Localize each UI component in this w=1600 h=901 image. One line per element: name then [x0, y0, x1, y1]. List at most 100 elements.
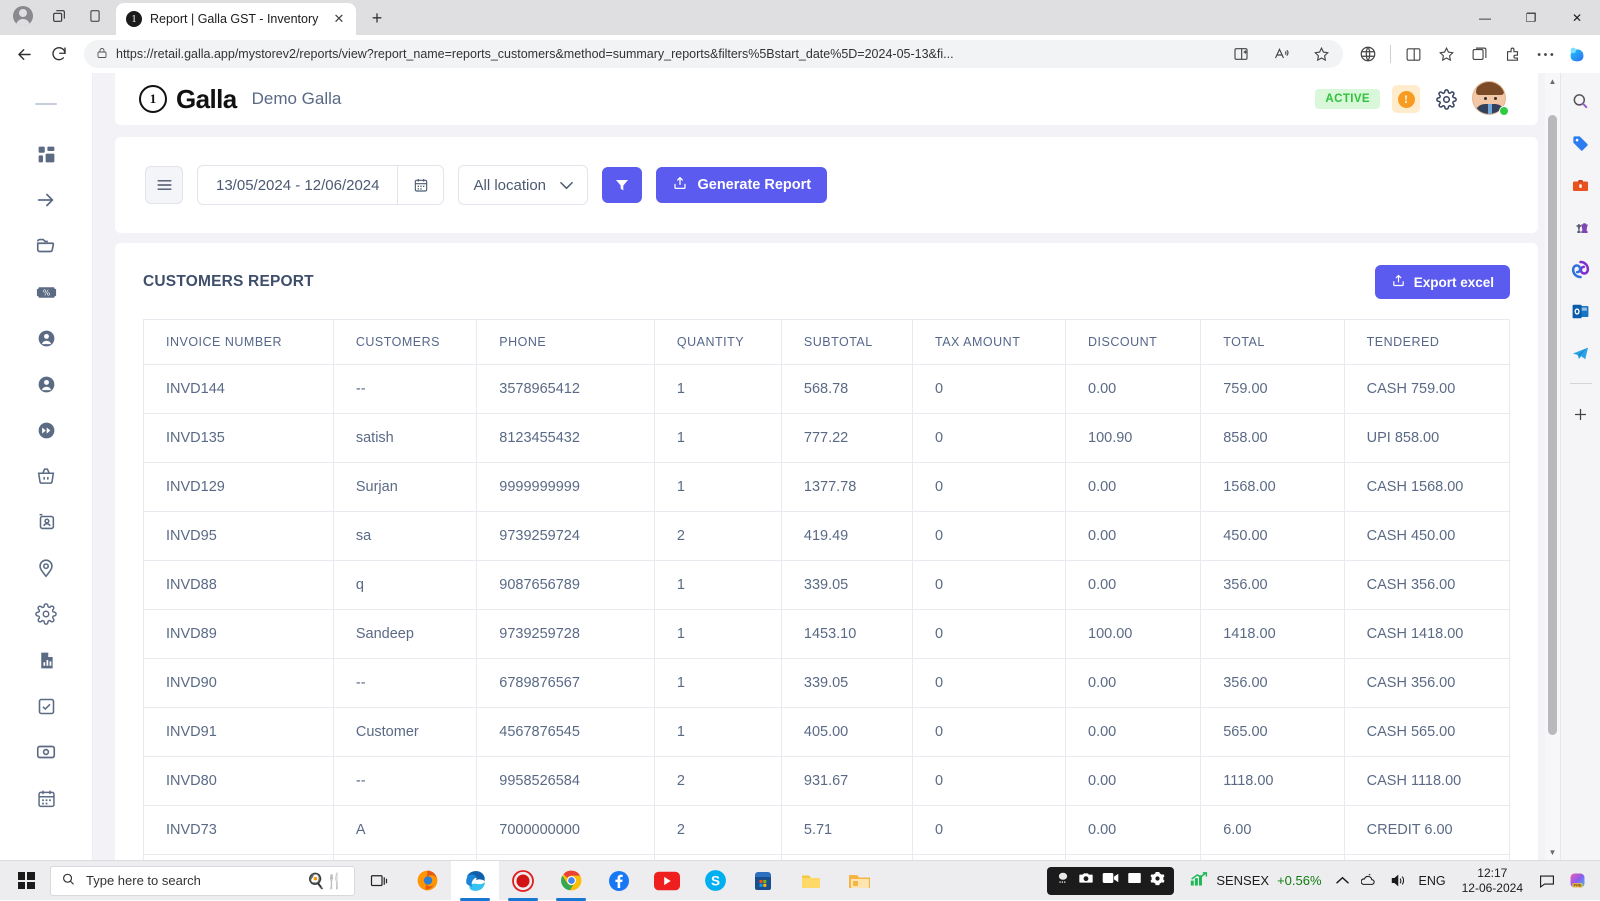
sidebar-item-user-alt[interactable]: [23, 361, 69, 407]
skype-icon[interactable]: S: [691, 861, 739, 901]
table-row[interactable]: INVD73A700000000025.7100.006.00CREDIT 6.…: [144, 806, 1510, 855]
calendar-icon[interactable]: [397, 166, 443, 204]
table-row[interactable]: INVD89Sandeep973925972811453.100100.0014…: [144, 610, 1510, 659]
settings-more-icon[interactable]: [1529, 39, 1561, 69]
edge-icon[interactable]: [451, 861, 499, 901]
games-icon[interactable]: [1567, 213, 1595, 241]
sidebar-item-location[interactable]: [23, 545, 69, 591]
browser-extensions-icon[interactable]: [1496, 39, 1528, 69]
taskbar-clock[interactable]: 12:17 12-06-2024: [1452, 866, 1533, 896]
sidebar-item-tax[interactable]: %: [23, 269, 69, 315]
column-header-subtotal[interactable]: SUBTOTAL: [781, 320, 912, 365]
table-row[interactable]: INVD95sa97392597242419.4900.00450.00CASH…: [144, 512, 1510, 561]
tools-icon[interactable]: [1567, 171, 1595, 199]
minimize-button[interactable]: —: [1462, 0, 1508, 35]
sidebar-item-reports[interactable]: [23, 637, 69, 683]
sidebar-item-basket[interactable]: [23, 453, 69, 499]
video-icon[interactable]: [1102, 871, 1119, 890]
folder-yellow-icon[interactable]: [787, 861, 835, 901]
column-header-tax-amount[interactable]: TAX AMOUNT: [913, 320, 1066, 365]
copilot-pre-icon[interactable]: PRE: [1561, 861, 1594, 901]
windows-start-icon[interactable]: [2, 861, 50, 901]
split-tab-icon[interactable]: [1397, 39, 1429, 69]
record-icon[interactable]: [499, 861, 547, 901]
chevron-up-icon[interactable]: [1330, 861, 1355, 901]
table-row[interactable]: INVD144--35789654121568.7800.00759.00CAS…: [144, 365, 1510, 414]
table-row[interactable]: INVD135satish81234554321777.220100.90858…: [144, 414, 1510, 463]
browser-tab[interactable]: 1 Report | Galla GST - Inventory So ✕: [116, 3, 356, 35]
settings-icon[interactable]: [1150, 871, 1165, 891]
column-header-customers[interactable]: CUSTOMERS: [333, 320, 476, 365]
table-row[interactable]: INVD129Surjan999999999911377.7800.001568…: [144, 463, 1510, 512]
microsoft-store-icon[interactable]: [739, 861, 787, 901]
read-aloud-icon[interactable]: [1265, 39, 1297, 69]
table-row[interactable]: INVD88q90876567891339.0500.00356.00CASH …: [144, 561, 1510, 610]
close-window-button[interactable]: ✕: [1554, 0, 1600, 35]
screen-record-icon[interactable]: [1056, 871, 1070, 890]
sidebar-item-arrow-right[interactable]: [23, 177, 69, 223]
notification-icon[interactable]: [1533, 861, 1561, 901]
language-indicator[interactable]: ENG: [1413, 861, 1452, 901]
favorite-star-icon[interactable]: [1305, 39, 1337, 69]
scroll-up-arrow-icon[interactable]: ▲: [1545, 73, 1560, 89]
tab-actions-button[interactable]: [42, 1, 76, 31]
sidebar-item-settings[interactable]: [23, 591, 69, 637]
shopping-tag-icon[interactable]: [1567, 129, 1595, 157]
date-range-input[interactable]: 13/05/2024 - 12/06/2024: [197, 165, 444, 205]
sidebar-item-contacts[interactable]: [23, 499, 69, 545]
table-row[interactable]: INVD80--99585265842931.6700.001118.00CAS…: [144, 757, 1510, 806]
capture-toolbar[interactable]: [1047, 867, 1174, 895]
sidebar-item-fast-forward[interactable]: [23, 407, 69, 453]
user-avatar-button[interactable]: [1472, 81, 1508, 117]
outlook-icon[interactable]: [1567, 297, 1595, 325]
back-icon[interactable]: [8, 39, 40, 69]
page-scrollbar[interactable]: ▲ ▼: [1545, 73, 1560, 860]
search-icon[interactable]: [1567, 87, 1595, 115]
add-icon[interactable]: [1567, 400, 1595, 428]
list-menu-button[interactable]: [145, 166, 183, 204]
collections-icon[interactable]: [1463, 39, 1495, 69]
column-header-phone[interactable]: PHONE: [477, 320, 655, 365]
scrollbar-thumb[interactable]: [1548, 115, 1557, 735]
brand[interactable]: 1 Galla Demo Galla: [139, 84, 341, 115]
facebook-icon[interactable]: [595, 861, 643, 901]
taskbar-search-input[interactable]: Type here to search 🍳🍴: [50, 866, 355, 896]
microsoft365-icon[interactable]: [1567, 255, 1595, 283]
column-header-invoice-number[interactable]: INVOICE NUMBER: [144, 320, 334, 365]
youtube-icon[interactable]: [643, 861, 691, 901]
new-tab-button[interactable]: +: [362, 3, 392, 33]
address-bar[interactable]: https://retail.galla.app/mystorev2/repor…: [84, 40, 1343, 68]
browser-essentials-icon[interactable]: [1352, 39, 1384, 69]
split-screen-icon[interactable]: [1225, 39, 1257, 69]
column-header-discount[interactable]: DISCOUNT: [1066, 320, 1201, 365]
chrome-icon[interactable]: [547, 861, 595, 901]
stock-ticker[interactable]: SENSEX +0.56%: [1182, 871, 1329, 890]
maximize-button[interactable]: ❐: [1508, 0, 1554, 35]
column-header-quantity[interactable]: QUANTITY: [654, 320, 781, 365]
task-view-icon[interactable]: [355, 861, 403, 901]
telegram-icon[interactable]: [1567, 339, 1595, 367]
sidebar-item-folder[interactable]: [23, 223, 69, 269]
apply-filter-button[interactable]: [602, 167, 642, 203]
copilot-icon[interactable]: [1562, 39, 1592, 69]
column-header-total[interactable]: TOTAL: [1201, 320, 1344, 365]
file-explorer-icon[interactable]: [835, 861, 883, 901]
sidebar-item-cash[interactable]: [23, 729, 69, 775]
scroll-down-arrow-icon[interactable]: ▼: [1545, 844, 1560, 860]
column-header-tendered[interactable]: TENDERED: [1344, 320, 1509, 365]
onedrive-icon[interactable]: [1355, 861, 1384, 901]
window-icon[interactable]: [1127, 871, 1142, 890]
location-select[interactable]: All location: [458, 165, 588, 205]
sidebar-item-tasks[interactable]: [23, 683, 69, 729]
sidebar-item-calendar[interactable]: [23, 775, 69, 821]
favorites-icon[interactable]: [1430, 39, 1462, 69]
close-tab-icon[interactable]: ✕: [330, 10, 348, 28]
settings-gear-icon[interactable]: [1432, 85, 1460, 113]
table-row[interactable]: INVD90--67898765671339.0500.00356.00CASH…: [144, 659, 1510, 708]
warning-button[interactable]: !: [1392, 85, 1420, 113]
profile-button[interactable]: [6, 1, 40, 31]
export-excel-button[interactable]: Export excel: [1375, 265, 1510, 299]
reload-icon[interactable]: [43, 39, 75, 69]
volume-icon[interactable]: [1384, 861, 1413, 901]
generate-report-button[interactable]: Generate Report: [656, 167, 827, 203]
